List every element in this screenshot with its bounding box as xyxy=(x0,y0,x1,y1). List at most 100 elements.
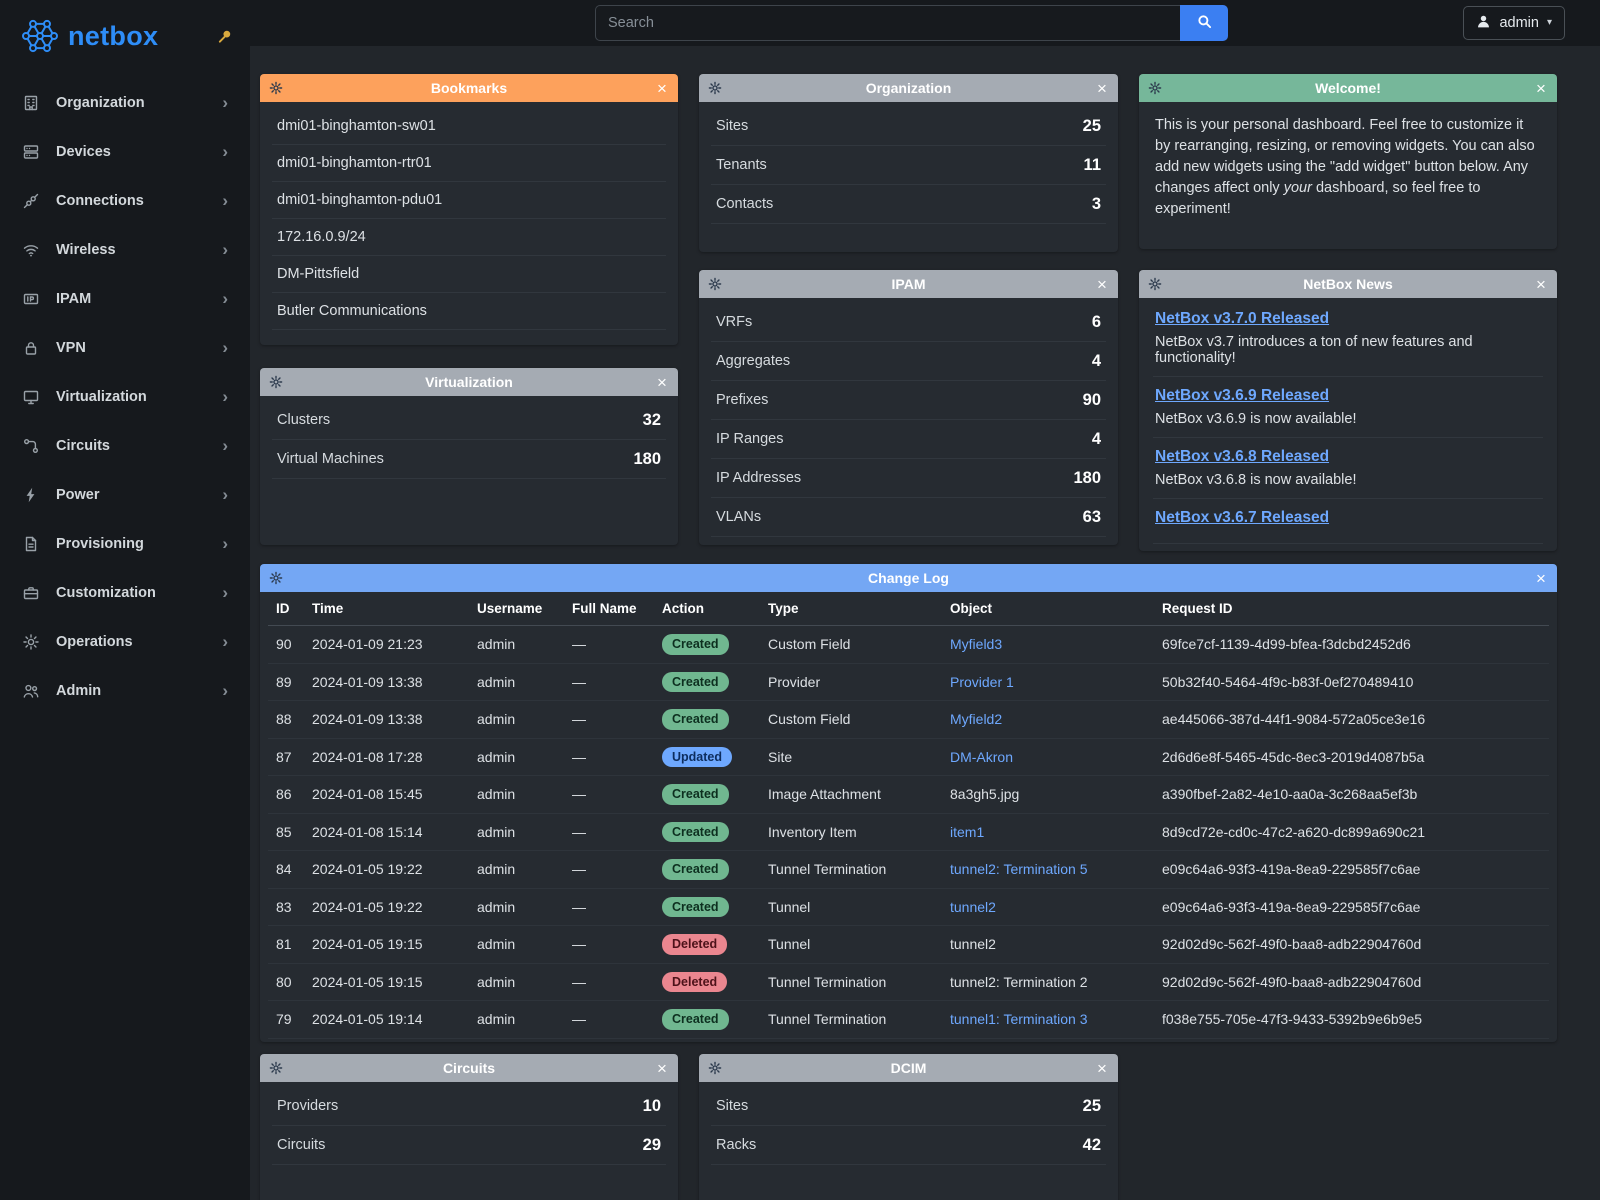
widget-config-gear-icon[interactable] xyxy=(269,1061,283,1075)
sidebar-item[interactable]: Wireless xyxy=(0,225,250,274)
changelog-id-link[interactable]: 79 xyxy=(268,1001,304,1039)
stat-row[interactable]: Tenants 11 xyxy=(711,146,1106,185)
changelog-object[interactable]: tunnel1: Termination 3 xyxy=(942,1001,1154,1039)
changelog-id-link[interactable]: 90 xyxy=(268,626,304,664)
widget-close-icon[interactable] xyxy=(1095,276,1109,293)
widget-close-icon[interactable] xyxy=(1534,570,1548,587)
changelog-id-link[interactable]: 83 xyxy=(268,888,304,926)
bookmark-item[interactable]: dmi01-binghamton-rtr01 xyxy=(272,145,666,182)
changelog-object[interactable]: item1 xyxy=(942,813,1154,851)
changelog-time-link[interactable]: 2024-01-08 17:28 xyxy=(304,738,469,776)
bookmark-item[interactable]: dmi01-binghamton-pdu01 xyxy=(272,182,666,219)
sidebar-item[interactable]: Provisioning xyxy=(0,519,250,568)
stat-row[interactable]: Providers 10 xyxy=(272,1087,666,1126)
changelog-request-id-link[interactable]: 8d9cd72e-cd0c-47c2-a620-dc899a690c21 xyxy=(1154,813,1549,851)
changelog-id-link[interactable]: 89 xyxy=(268,663,304,701)
sidebar-item[interactable]: Devices xyxy=(0,127,250,176)
search-button[interactable] xyxy=(1180,5,1228,41)
widget-config-gear-icon[interactable] xyxy=(269,375,283,389)
stat-row[interactable]: IP Addresses 180 xyxy=(711,459,1106,498)
widget-config-gear-icon[interactable] xyxy=(1148,277,1162,291)
stat-row[interactable]: Sites 25 xyxy=(711,1087,1106,1126)
changelog-request-id-link[interactable]: 69fce7cf-1139-4d99-bfea-f3dcbd2452d6 xyxy=(1154,626,1549,664)
stat-row[interactable]: Racks 42 xyxy=(711,1126,1106,1165)
widget-config-gear-icon[interactable] xyxy=(708,277,722,291)
changelog-time-link[interactable]: 2024-01-09 13:38 xyxy=(304,663,469,701)
stat-row[interactable]: Circuits 29 xyxy=(272,1126,666,1165)
changelog-object[interactable]: DM-Akron xyxy=(942,738,1154,776)
changelog-time-link[interactable]: 2024-01-08 15:14 xyxy=(304,813,469,851)
stat-row[interactable]: Prefixes 90 xyxy=(711,381,1106,420)
changelog-id-link[interactable]: 81 xyxy=(268,926,304,964)
changelog-object[interactable]: tunnel2 xyxy=(942,888,1154,926)
changelog-time-link[interactable]: 2024-01-05 19:22 xyxy=(304,851,469,889)
changelog-time-link[interactable]: 2024-01-09 13:38 xyxy=(304,701,469,739)
stat-row[interactable]: Clusters 32 xyxy=(272,401,666,440)
changelog-id-link[interactable]: 87 xyxy=(268,738,304,776)
changelog-request-id-link[interactable]: 2d6d6e8f-5465-45dc-8ec3-2019d4087b5a xyxy=(1154,738,1549,776)
stat-row[interactable]: VLANs 63 xyxy=(711,498,1106,537)
bookmark-item[interactable]: DM-Pittsfield xyxy=(272,256,666,293)
widget-config-gear-icon[interactable] xyxy=(269,81,283,95)
changelog-time-link[interactable]: 2024-01-05 19:15 xyxy=(304,926,469,964)
pin-icon[interactable] xyxy=(217,29,232,44)
widget-close-icon[interactable] xyxy=(1095,80,1109,97)
search-input[interactable] xyxy=(595,5,1180,41)
bookmark-item[interactable]: 172.16.0.9/24 xyxy=(272,219,666,256)
sidebar-item[interactable]: Power xyxy=(0,470,250,519)
sidebar-item[interactable]: IPAM xyxy=(0,274,250,323)
bookmark-item[interactable]: dmi01-binghamton-sw01 xyxy=(272,108,666,145)
sidebar-item[interactable]: Circuits xyxy=(0,421,250,470)
sidebar-item[interactable]: Organization xyxy=(0,78,250,127)
sidebar-item[interactable]: Connections xyxy=(0,176,250,225)
changelog-object[interactable]: Myfield3 xyxy=(942,626,1154,664)
changelog-request-id-link[interactable]: ae445066-387d-44f1-9084-572a05ce3e16 xyxy=(1154,701,1549,739)
changelog-request-id-link[interactable]: 92d02d9c-562f-49f0-baa8-adb22904760d xyxy=(1154,963,1549,1001)
news-headline-link[interactable]: NetBox v3.6.8 Released xyxy=(1155,448,1329,465)
news-headline-link[interactable]: NetBox v3.6.7 Released xyxy=(1155,509,1329,526)
stat-row[interactable]: Virtual Machines 180 xyxy=(272,440,666,479)
changelog-id-link[interactable]: 86 xyxy=(268,776,304,814)
widget-close-icon[interactable] xyxy=(1534,276,1548,293)
widget-config-gear-icon[interactable] xyxy=(1148,81,1162,95)
stat-row[interactable]: Sites 25 xyxy=(711,107,1106,146)
netbox-logo[interactable]: netbox xyxy=(0,0,250,72)
widget-close-icon[interactable] xyxy=(1095,1060,1109,1077)
changelog-id-link[interactable]: 85 xyxy=(268,813,304,851)
bookmark-item[interactable]: Butler Communications xyxy=(272,293,666,330)
changelog-id-link[interactable]: 80 xyxy=(268,963,304,1001)
changelog-request-id-link[interactable]: 50b32f40-5464-4f9c-b83f-0ef270489410 xyxy=(1154,663,1549,701)
changelog-request-id-link[interactable]: 92d02d9c-562f-49f0-baa8-adb22904760d xyxy=(1154,926,1549,964)
changelog-request-id-link[interactable]: a390fbef-2a82-4e10-aa0a-3c268aa5ef3b xyxy=(1154,776,1549,814)
widget-close-icon[interactable] xyxy=(655,374,669,391)
news-headline-link[interactable]: NetBox v3.6.9 Released xyxy=(1155,387,1329,404)
widget-close-icon[interactable] xyxy=(1534,80,1548,97)
changelog-time-link[interactable]: 2024-01-09 21:23 xyxy=(304,626,469,664)
widget-config-gear-icon[interactable] xyxy=(708,1061,722,1075)
changelog-request-id-link[interactable]: e09c64a6-93f3-419a-8ea9-229585f7c6ae xyxy=(1154,888,1549,926)
changelog-object[interactable]: Provider 1 xyxy=(942,663,1154,701)
changelog-time-link[interactable]: 2024-01-05 19:22 xyxy=(304,888,469,926)
widget-close-icon[interactable] xyxy=(655,80,669,97)
widget-config-gear-icon[interactable] xyxy=(708,81,722,95)
widget-config-gear-icon[interactable] xyxy=(269,571,283,585)
stat-row[interactable]: IP Ranges 4 xyxy=(711,420,1106,459)
changelog-request-id-link[interactable]: e09c64a6-93f3-419a-8ea9-229585f7c6ae xyxy=(1154,851,1549,889)
changelog-time-link[interactable]: 2024-01-08 15:45 xyxy=(304,776,469,814)
news-headline-link[interactable]: NetBox v3.7.0 Released xyxy=(1155,310,1329,327)
widget-close-icon[interactable] xyxy=(655,1060,669,1077)
user-menu[interactable]: admin xyxy=(1463,6,1565,40)
stat-row[interactable]: VRFs 6 xyxy=(711,303,1106,342)
sidebar-item[interactable]: VPN xyxy=(0,323,250,372)
sidebar-item[interactable]: Customization xyxy=(0,568,250,617)
stat-row[interactable]: Contacts 3 xyxy=(711,185,1106,224)
sidebar-item[interactable]: Operations xyxy=(0,617,250,666)
changelog-object[interactable]: Myfield2 xyxy=(942,701,1154,739)
changelog-object[interactable]: tunnel2: Termination 5 xyxy=(942,851,1154,889)
changelog-time-link[interactable]: 2024-01-05 19:14 xyxy=(304,1001,469,1039)
changelog-request-id-link[interactable]: f038e755-705e-47f3-9433-5392b9e6b9e5 xyxy=(1154,1001,1549,1039)
changelog-id-link[interactable]: 84 xyxy=(268,851,304,889)
sidebar-item[interactable]: Admin xyxy=(0,666,250,715)
stat-row[interactable]: Aggregates 4 xyxy=(711,342,1106,381)
changelog-id-link[interactable]: 88 xyxy=(268,701,304,739)
